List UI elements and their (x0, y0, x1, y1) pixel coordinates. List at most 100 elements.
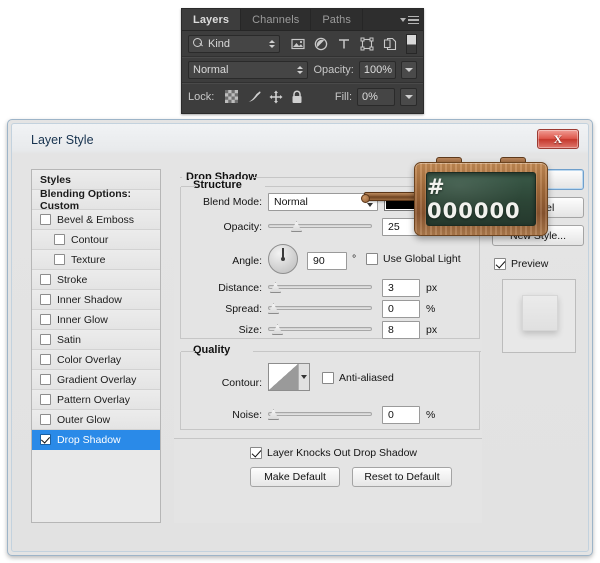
gradient-overlay-label: Gradient Overlay (57, 373, 137, 386)
opacity-dropdown-button[interactable] (400, 61, 417, 79)
blend-mode-select[interactable]: Normal (188, 61, 309, 79)
footer-divider (174, 438, 482, 439)
structure-legend: Structure (189, 179, 246, 191)
make-default-button[interactable]: Make Default (250, 467, 340, 487)
lock-image-pixels-icon[interactable] (247, 90, 261, 103)
gradient-overlay-checkbox[interactable] (40, 374, 51, 385)
screenshot-root: Layers Channels Paths Kind Normal Opacit… (0, 0, 600, 563)
color-overlay-checkbox[interactable] (40, 354, 51, 365)
opacity-label: Opacity: (313, 64, 354, 76)
spread-label: Spread: (225, 303, 262, 315)
noise-unit: % (426, 409, 436, 421)
anti-aliased-checkbox[interactable]: Anti-aliased (322, 372, 394, 384)
tab-paths[interactable]: Paths (311, 9, 363, 30)
search-icon (193, 38, 204, 49)
distance-input[interactable]: 3 (382, 279, 420, 297)
preview-square (522, 295, 558, 331)
sidebar-item-texture[interactable]: Texture (32, 250, 160, 270)
satin-checkbox[interactable] (40, 334, 51, 345)
bevel-emboss-label: Bevel & Emboss (57, 213, 135, 226)
inner-shadow-checkbox[interactable] (40, 294, 51, 305)
smart-object-filter-icon[interactable] (383, 37, 397, 51)
sidebar-item-gradient-overlay[interactable]: Gradient Overlay (32, 370, 160, 390)
sidebar-item-pattern-overlay[interactable]: Pattern Overlay (32, 390, 160, 410)
spread-slider[interactable] (268, 301, 372, 315)
style-preview-thumbnail (502, 279, 576, 353)
sidebar-item-bevel-emboss[interactable]: Bevel & Emboss (32, 210, 160, 230)
panel-menu-icon[interactable] (400, 14, 419, 26)
dialog-title: Layer Style (12, 124, 588, 155)
contour-curve-icon (269, 364, 298, 390)
close-icon[interactable]: X (537, 129, 579, 149)
adjustment-filter-icon[interactable] (314, 37, 328, 51)
reset-to-default-button[interactable]: Reset to Default (352, 467, 452, 487)
satin-label: Satin (57, 333, 81, 346)
blending-options-label: Blending Options: Custom (40, 187, 131, 212)
fill-dropdown-button[interactable] (400, 87, 417, 106)
contour-checkbox[interactable] (54, 234, 65, 245)
tab-channels-label: Channels (252, 13, 300, 26)
inner-glow-label: Inner Glow (57, 313, 108, 326)
filter-kind-select[interactable]: Kind (188, 34, 280, 53)
filter-enable-toggle[interactable] (406, 33, 417, 54)
lock-icon-group (225, 90, 304, 104)
size-label: Size: (238, 324, 262, 336)
preview-checkbox[interactable]: Preview (494, 258, 548, 270)
contour-label: Contour (71, 233, 109, 246)
sidebar-item-drop-shadow[interactable]: Drop Shadow (32, 430, 160, 450)
angle-input[interactable]: 90 (307, 252, 347, 270)
spread-input[interactable]: 0 (382, 300, 420, 318)
image-filter-icon[interactable] (291, 37, 305, 51)
stroke-checkbox[interactable] (40, 274, 51, 285)
sidebar-item-stroke[interactable]: Stroke (32, 270, 160, 290)
sidebar-item-inner-shadow[interactable]: Inner Shadow (32, 290, 160, 310)
pattern-overlay-checkbox[interactable] (40, 394, 51, 405)
lock-all-icon[interactable] (291, 90, 304, 103)
sidebar-item-blending-options[interactable]: Blending Options: Custom (32, 187, 160, 212)
shape-filter-icon[interactable] (360, 37, 374, 51)
size-unit: px (426, 324, 438, 336)
size-slider[interactable] (268, 322, 372, 336)
use-global-light-checkbox[interactable]: Use Global Light (366, 253, 461, 265)
fill-input[interactable]: 0% (357, 87, 395, 106)
chalkboard-frame: # 000000 (414, 162, 548, 236)
inner-glow-checkbox[interactable] (40, 314, 51, 325)
section-rule-left (180, 177, 182, 178)
angle-value: 90 (313, 255, 325, 267)
contour-picker[interactable] (268, 363, 310, 391)
distance-unit: px (426, 282, 438, 294)
opacity-input[interactable]: 100% (358, 61, 396, 79)
bevel-emboss-checkbox[interactable] (40, 214, 51, 225)
spread-unit: % (426, 303, 436, 315)
lock-position-icon[interactable] (269, 90, 283, 104)
angle-dial[interactable] (268, 244, 298, 274)
layer-knocks-out-checkbox[interactable]: Layer Knocks Out Drop Shadow (250, 447, 417, 459)
noise-slider[interactable] (268, 407, 372, 421)
noise-input[interactable]: 0 (382, 406, 420, 424)
outer-glow-checkbox[interactable] (40, 414, 51, 425)
spread-value: 0 (388, 303, 394, 315)
use-global-light-label: Use Global Light (383, 253, 461, 265)
sidebar-item-inner-glow[interactable]: Inner Glow (32, 310, 160, 330)
size-input[interactable]: 8 (382, 321, 420, 339)
sidebar-item-color-overlay[interactable]: Color Overlay (32, 350, 160, 370)
opacity-slider[interactable] (268, 219, 372, 233)
texture-checkbox[interactable] (54, 254, 65, 265)
sidebar-item-contour[interactable]: Contour (32, 230, 160, 250)
anti-aliased-label: Anti-aliased (339, 372, 394, 384)
quality-legend: Quality (189, 344, 235, 356)
tab-channels[interactable]: Channels (241, 9, 312, 30)
tab-layers[interactable]: Layers (182, 9, 242, 30)
type-filter-icon[interactable] (337, 37, 351, 51)
dialog-title-text: Layer Style (31, 132, 94, 147)
preview-label: Preview (511, 258, 549, 270)
lock-transparent-pixels-icon[interactable] (225, 90, 239, 103)
sidebar-item-satin[interactable]: Satin (32, 330, 160, 350)
pattern-overlay-label: Pattern Overlay (57, 393, 130, 406)
make-default-label: Make Default (264, 471, 326, 483)
drop-shadow-checkbox[interactable] (40, 434, 51, 445)
styles-list: Styles Blending Options: Custom Bevel & … (31, 169, 161, 523)
sidebar-item-outer-glow[interactable]: Outer Glow (32, 410, 160, 430)
blend-mode-dropdown-value: Normal (274, 196, 308, 208)
distance-slider[interactable] (268, 280, 372, 294)
